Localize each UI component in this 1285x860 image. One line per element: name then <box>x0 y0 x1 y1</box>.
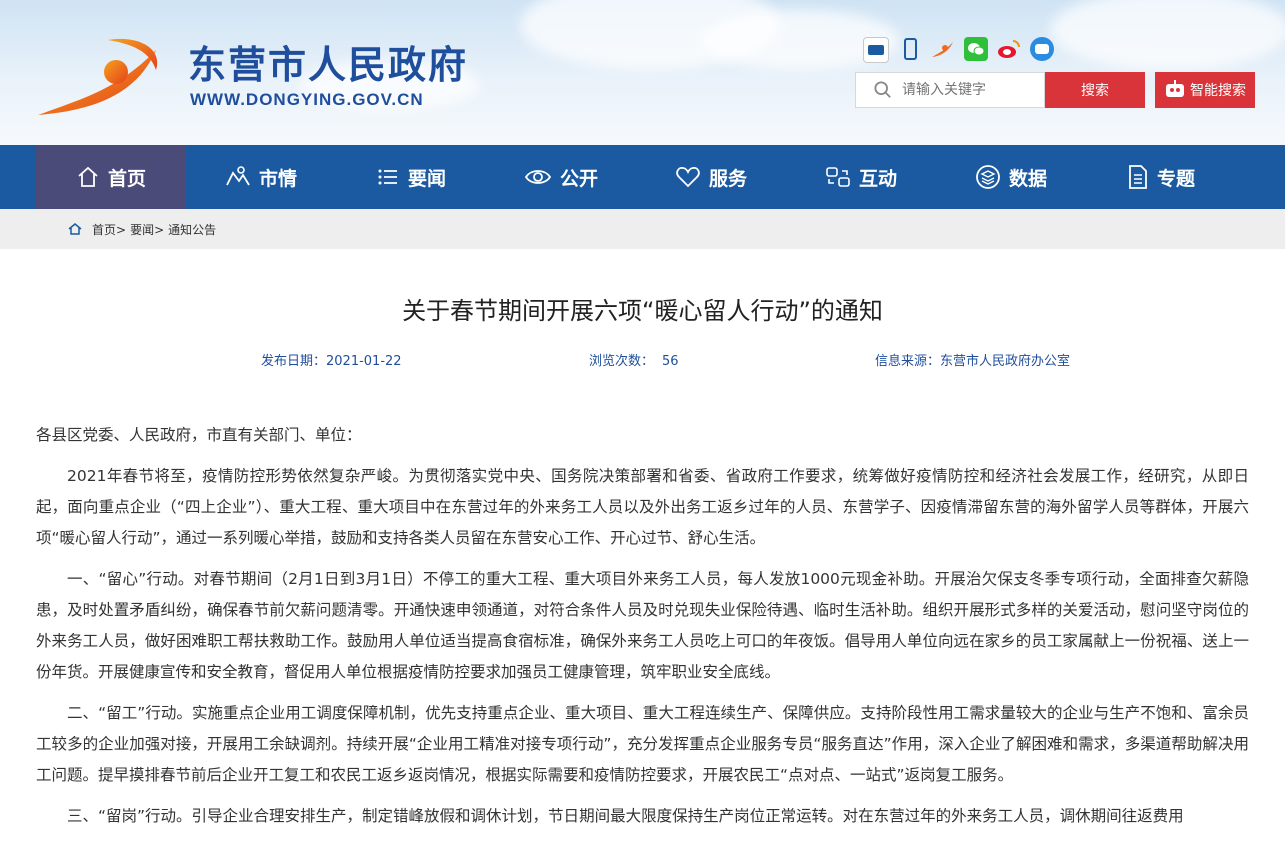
nav-item-home[interactable]: 首页 <box>36 145 186 209</box>
nav-label: 公开 <box>559 167 598 190</box>
paragraph: 2021年春节将至，疫情防控形势依然复杂严峻。为贯彻落实党中央、国务院决策部署和… <box>36 467 1249 547</box>
breadcrumb-home[interactable]: 首页> <box>92 221 126 238</box>
main-nav: 首页 市情 要闻 公开 服务 互动 数据 专题 <box>0 145 1285 209</box>
nav-label: 专题 <box>1156 167 1195 190</box>
date-value: 2021-01-22 <box>326 354 402 369</box>
home-icon <box>68 223 82 235</box>
data-icon <box>976 165 1000 189</box>
breadcrumb-news[interactable]: 要闻> <box>130 221 164 238</box>
nav-item-data[interactable]: 数据 <box>936 145 1086 209</box>
salutation: 各县区党委、人民政府，市直有关部门、单位： <box>36 426 362 444</box>
smart-search-label: 智能搜索 <box>1190 83 1246 99</box>
search-icon <box>874 81 891 98</box>
nav-label: 数据 <box>1008 167 1047 190</box>
article-body: 各县区党委、人民政府，市直有关部门、单位： 2021年春节将至，疫情防控形势依然… <box>36 420 1249 832</box>
weibo-icon[interactable] <box>997 37 1021 61</box>
publish-date: 发布日期：2021-01-22 <box>261 350 402 369</box>
views-label: 浏览次数： <box>589 354 655 369</box>
wechat-icon[interactable] <box>964 37 988 61</box>
site-name[interactable]: 东营市人民政府 <box>188 34 468 89</box>
site-header: 东营市人民政府 WWW.DONGYING.GOV.CN 搜索 <box>0 0 1285 145</box>
social-icons <box>863 37 1054 63</box>
mobile-icon[interactable] <box>898 37 922 61</box>
article-meta: 发布日期：2021-01-22 浏览次数： 56 信息来源：东营市人民政府办公室 <box>36 350 1249 370</box>
nav-item-topics[interactable]: 专题 <box>1086 145 1236 209</box>
paragraph: 二、“留工”行动。实施重点企业用工调度保障机制，优先支持重点企业、重大项目、重大… <box>36 704 1249 784</box>
paragraph: 三、“留岗”行动。引导企业合理安排生产，制定错峰放假和调休计划，节日期间最大限度… <box>67 807 1184 825</box>
city-icon <box>226 166 250 186</box>
nav-label: 要闻 <box>407 167 446 190</box>
source-label: 信息来源： <box>875 354 941 369</box>
site-logo-icon[interactable] <box>38 30 168 120</box>
nav-item-service[interactable]: 服务 <box>636 145 786 209</box>
list-icon <box>378 169 397 185</box>
nav-label: 服务 <box>708 167 747 190</box>
interact-icon <box>826 167 850 187</box>
gov-service-icon[interactable] <box>863 37 889 63</box>
nav-item-city[interactable]: 市情 <box>186 145 336 209</box>
document-icon <box>1129 165 1147 189</box>
eye-icon <box>524 170 552 184</box>
home-icon <box>78 166 98 187</box>
nav-label: 市情 <box>258 167 297 190</box>
nav-label: 首页 <box>107 167 146 190</box>
heart-icon <box>676 167 700 188</box>
nav-label: 互动 <box>858 167 897 190</box>
smart-search-button[interactable]: 智能搜索 <box>1155 72 1255 108</box>
nav-item-open[interactable]: 公开 <box>486 145 636 209</box>
info-source: 信息来源：东营市人民政府办公室 <box>875 350 1070 369</box>
view-count: 浏览次数： 56 <box>589 350 679 369</box>
search-button[interactable]: 搜索 <box>1045 72 1145 108</box>
breadcrumb: 首页> 要闻> 通知公告 <box>0 209 1285 249</box>
article-title: 关于春节期间开展六项“暖心留人行动”的通知 <box>402 297 883 325</box>
robot-icon[interactable] <box>1030 37 1054 61</box>
nav-item-interact[interactable]: 互动 <box>786 145 936 209</box>
nav-item-news[interactable]: 要闻 <box>336 145 486 209</box>
search-bar: 搜索 智能搜索 <box>855 72 1255 108</box>
date-label: 发布日期： <box>261 354 327 369</box>
robot-icon <box>1166 80 1184 97</box>
paragraph: 一、“留心”行动。对春节期间（2月1日到3月1日）不停工的重大工程、重大项目外来… <box>36 570 1249 681</box>
source-value: 东营市人民政府办公室 <box>940 354 1071 369</box>
article: 关于春节期间开展六项“暖心留人行动”的通知 发布日期：2021-01-22 浏览… <box>0 291 1285 832</box>
breadcrumb-notices[interactable]: 通知公告 <box>168 221 216 238</box>
dongying-app-icon[interactable] <box>931 37 955 61</box>
search-box <box>855 72 1045 108</box>
search-input[interactable] <box>900 81 1044 99</box>
site-url[interactable]: WWW.DONGYING.GOV.CN <box>190 90 424 110</box>
views-value: 56 <box>662 354 679 369</box>
